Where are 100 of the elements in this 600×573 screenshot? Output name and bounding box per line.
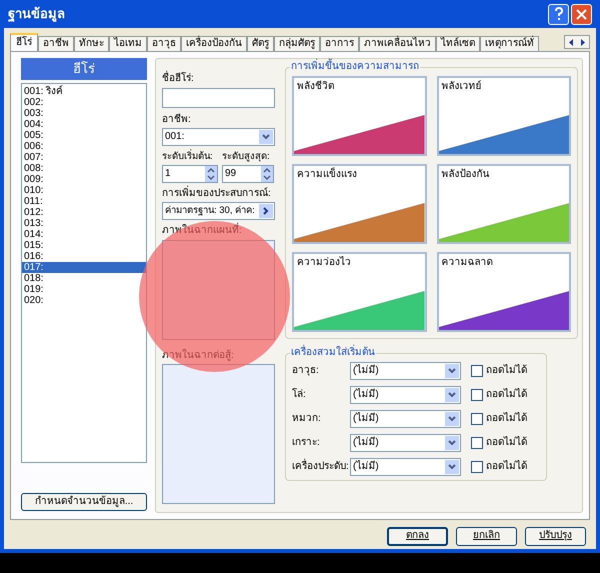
- help-icon: [554, 7, 564, 21]
- tab[interactable]: ไทล์เซต: [436, 36, 480, 51]
- dialog-button[interactable]: ปรับปรุง: [525, 527, 586, 546]
- tab[interactable]: กลุ่มศัตรู: [274, 36, 320, 51]
- help-button[interactable]: [548, 4, 569, 24]
- list-item[interactable]: 001: ริงค์: [22, 86, 66, 97]
- checkbox-label: ถอดไม่ได้: [486, 436, 527, 450]
- left-arrow-icon: [569, 38, 573, 46]
- chevron-down-icon: [259, 130, 273, 144]
- window-title: ฐานข้อมูล: [8, 6, 66, 22]
- chevron-down-icon: [445, 436, 459, 450]
- chevron-down-icon: [445, 364, 459, 378]
- dropdown-value: 001:: [165, 130, 186, 144]
- list-item[interactable]: 019:: [22, 284, 46, 295]
- checkbox[interactable]: [471, 413, 483, 425]
- dialog-button[interactable]: ยกเลิก: [456, 527, 517, 546]
- checkbox-label: ถอดไม่ได้: [486, 388, 527, 402]
- class-dropdown[interactable]: 001:: [162, 128, 275, 146]
- parameter-graph[interactable]: พลังป้องกัน: [436, 164, 571, 244]
- tab[interactable]: เหตุการณ์ทั่: [480, 36, 539, 51]
- list-item[interactable]: 013:: [22, 218, 46, 229]
- field-label: อาชีพ:: [162, 114, 192, 126]
- tab-scroll-buttons[interactable]: [564, 35, 590, 49]
- dropdown-value: (ไม่มี): [353, 436, 380, 450]
- set-count-button[interactable]: กำหนดจำนวนข้อมูล...: [21, 493, 147, 511]
- max-level-spinner[interactable]: 99: [222, 164, 274, 183]
- spin-arrows-icon: [205, 166, 217, 182]
- graph-label: ความฉลาด: [442, 257, 492, 270]
- parameter-graph[interactable]: ความฉลาด: [436, 252, 571, 332]
- dropdown-value: (ไม่มี): [353, 460, 380, 474]
- spinner-value: 99: [225, 168, 238, 180]
- equipment-dropdown[interactable]: (ไม่มี): [350, 434, 461, 452]
- exp-curve-field[interactable]: ค่ามาตรฐาน: 30, ค่าค:: [162, 202, 275, 220]
- tab[interactable]: อาการ: [320, 36, 359, 51]
- parameter-graph[interactable]: พลังเวทย์: [436, 76, 571, 156]
- equipment-dropdown[interactable]: (ไม่มี): [350, 386, 461, 404]
- dialog-button[interactable]: ตกลง: [387, 527, 448, 546]
- slot-label: โล่:: [292, 388, 307, 402]
- list-item[interactable]: 004:: [22, 119, 46, 130]
- list-item[interactable]: 020:: [22, 295, 46, 306]
- graph-label: พลังเวทย์: [442, 81, 482, 94]
- hero-name-field[interactable]: [162, 88, 275, 108]
- chevron-right-icon: [259, 204, 273, 218]
- list-item[interactable]: 016:: [22, 251, 46, 262]
- list-item[interactable]: 018:: [22, 273, 46, 284]
- tab[interactable]: ภาพเคลื่อนไหว: [359, 36, 436, 51]
- list-item[interactable]: 005:: [22, 130, 46, 141]
- list-item[interactable]: 007:: [22, 152, 46, 163]
- equipment-dropdown[interactable]: (ไม่มี): [350, 362, 461, 380]
- checkbox[interactable]: [471, 437, 483, 449]
- equipment-dropdown[interactable]: (ไม่มี): [350, 458, 461, 476]
- list-item[interactable]: 012:: [22, 207, 46, 218]
- field-value: ค่ามาตรฐาน: 30, ค่าค:: [165, 205, 256, 218]
- checkbox[interactable]: [471, 389, 483, 401]
- field-label: ระดับสูงสุด:: [222, 151, 271, 163]
- graph-label: พลังป้องกัน: [442, 169, 490, 182]
- chevron-down-icon: [445, 388, 459, 402]
- list-item[interactable]: 008:: [22, 163, 46, 174]
- close-icon: [576, 8, 587, 20]
- list-header: ฮีโร่: [21, 58, 147, 80]
- dropdown-value: (ไม่มี): [353, 388, 380, 402]
- tab[interactable]: เครื่องป้องกัน: [181, 36, 247, 51]
- checkbox-label: ถอดไม่ได้: [486, 412, 527, 426]
- checkbox[interactable]: [471, 461, 483, 473]
- field-label: ระดับเริ่มต้น:: [162, 151, 214, 163]
- slot-label: อาวุธ:: [292, 364, 320, 378]
- field-label: การเพิ่มของประสบการณ์:: [162, 188, 272, 200]
- slot-label: เครื่องประดับ:: [292, 460, 350, 474]
- list-item[interactable]: 003:: [22, 108, 46, 119]
- tab[interactable]: ทักษะ: [74, 36, 109, 51]
- list-item[interactable]: 002:: [22, 97, 46, 108]
- dropdown-value: (ไม่มี): [353, 412, 380, 426]
- checkbox-label: ถอดไม่ได้: [486, 460, 527, 474]
- initial-level-spinner[interactable]: 1: [162, 164, 218, 183]
- parameter-graph[interactable]: พลังชีวิต: [292, 76, 426, 156]
- list-item[interactable]: 011:: [22, 196, 45, 207]
- chevron-down-icon: [445, 460, 459, 474]
- tab[interactable]: ฮีโร่: [10, 33, 38, 51]
- tab[interactable]: ไอเทม: [109, 36, 147, 51]
- graph-label: พลังชีวิต: [297, 81, 334, 94]
- tab[interactable]: อาวุธ: [147, 36, 181, 51]
- list-item[interactable]: 009:: [22, 174, 46, 185]
- graph-label: ความว่องไว: [297, 257, 351, 270]
- slot-label: หมวก:: [292, 412, 322, 426]
- parameter-graph[interactable]: ความแข็งแรง: [292, 164, 426, 244]
- parameter-graph[interactable]: ความว่องไว: [292, 252, 426, 332]
- tab[interactable]: ศัตรู: [247, 36, 274, 51]
- checkbox[interactable]: [471, 365, 483, 377]
- list-item[interactable]: 014:: [22, 229, 46, 240]
- right-arrow-icon: [581, 38, 585, 46]
- equipment-dropdown[interactable]: (ไม่มี): [350, 410, 461, 428]
- checkbox-label: ถอดไม่ได้: [486, 364, 527, 378]
- spin-arrows-icon: [261, 166, 273, 182]
- list-item[interactable]: 017:: [22, 262, 146, 273]
- list-item[interactable]: 006:: [22, 141, 46, 152]
- list-item[interactable]: 010:: [22, 185, 46, 196]
- list-item[interactable]: 015:: [22, 240, 46, 251]
- chevron-down-icon: [445, 412, 459, 426]
- close-button[interactable]: [571, 4, 592, 24]
- tab[interactable]: อาชีพ: [38, 36, 74, 51]
